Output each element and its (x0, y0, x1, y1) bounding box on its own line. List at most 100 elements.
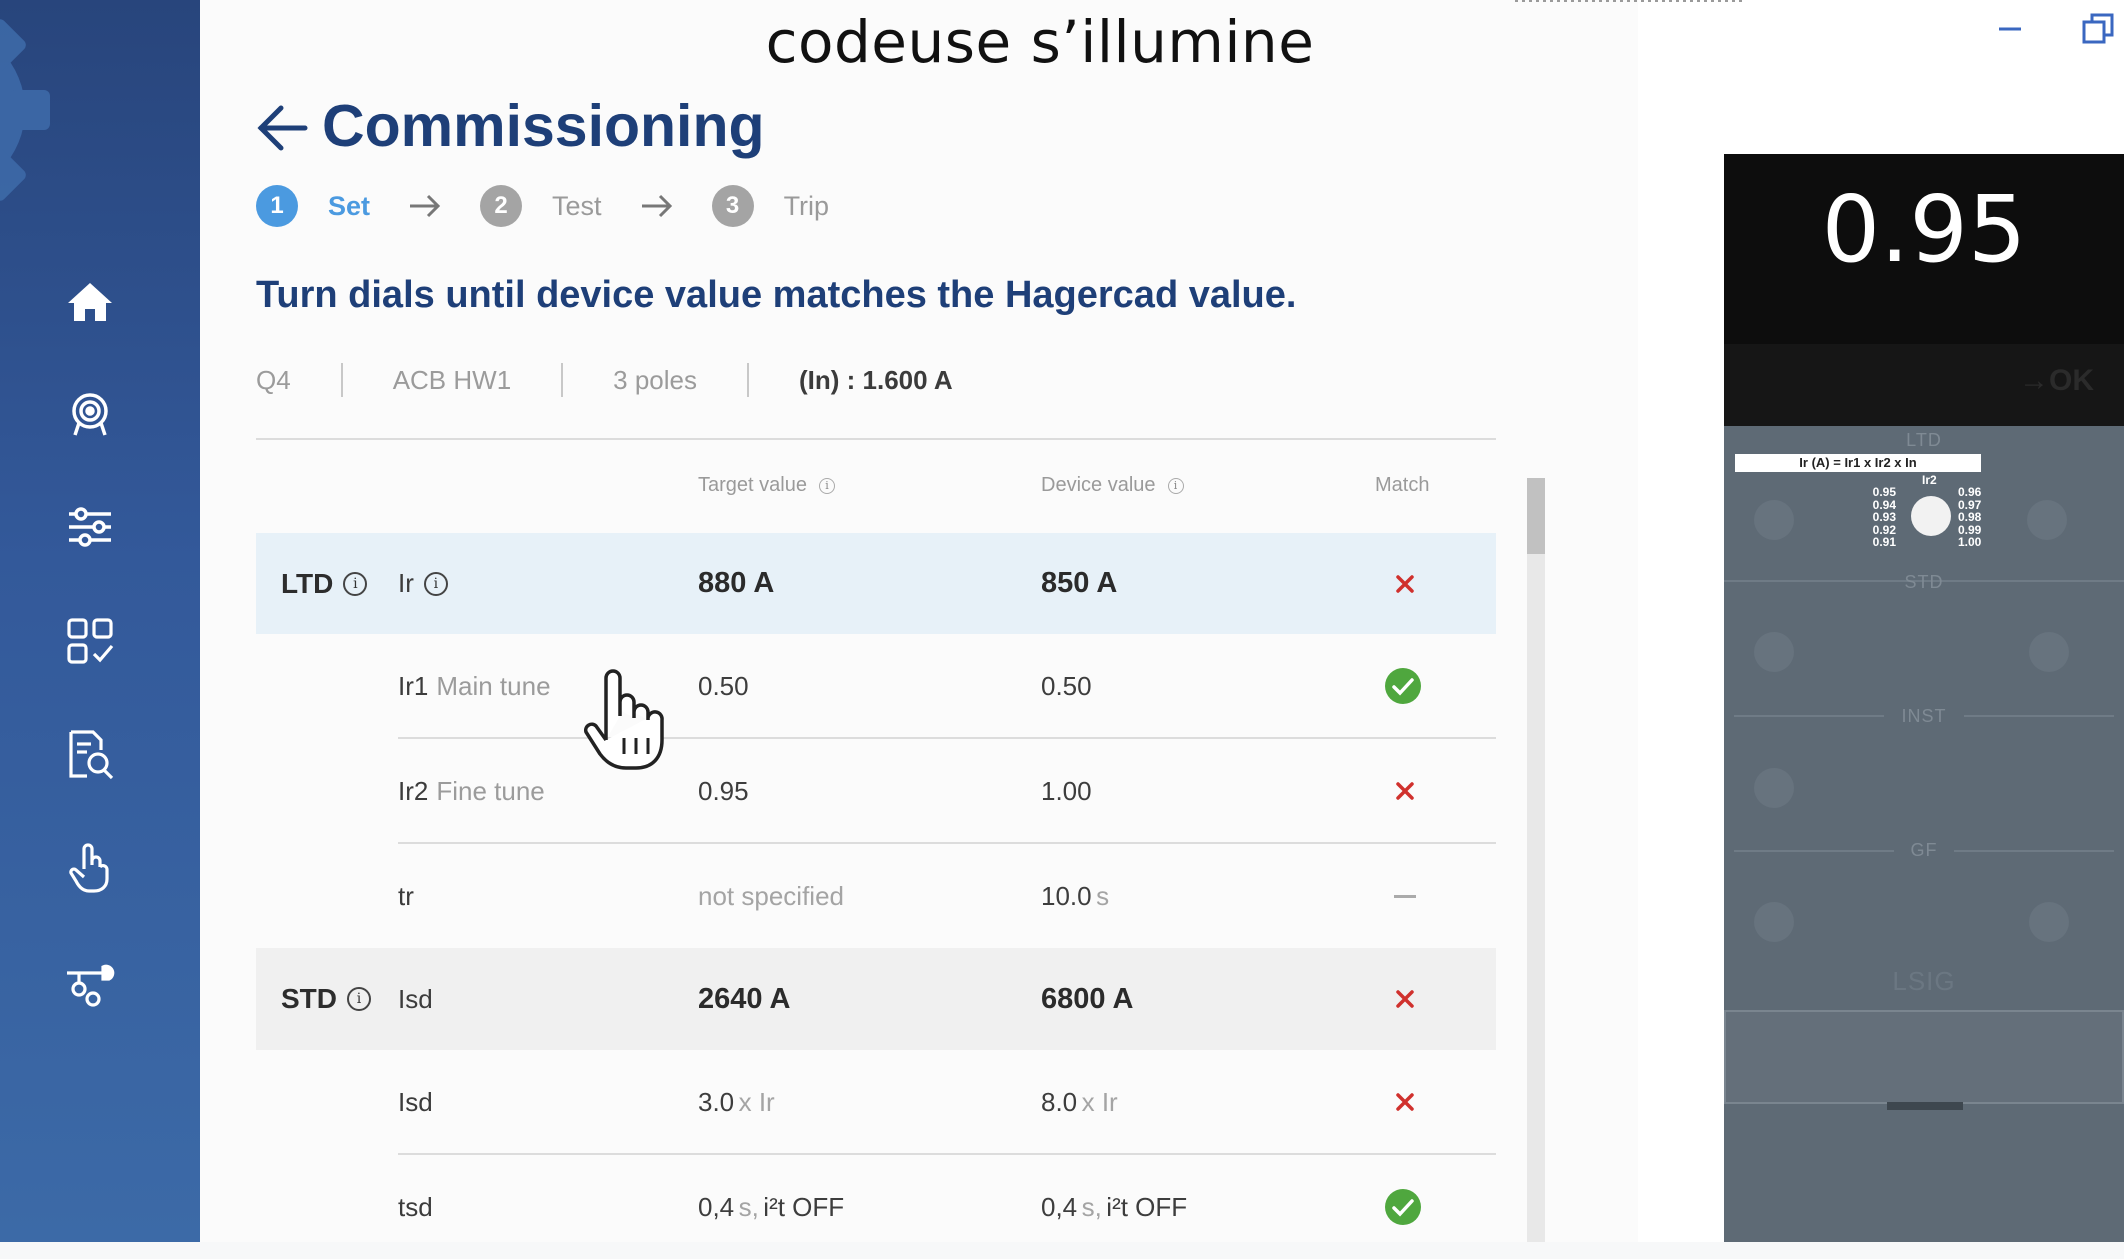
touch-icon (69, 843, 109, 893)
param-name: Isd (398, 983, 433, 1014)
device-header-label: Device value (1041, 474, 1156, 496)
step-3-label[interactable]: Trip (784, 191, 830, 222)
back-arrow-icon[interactable] (255, 101, 309, 155)
ir2-dial[interactable]: Ir2 0.95 0.94 0.93 0.92 0.91 0.96 0.97 0… (1864, 474, 1984, 574)
dial-scale-left: 0.95 0.94 0.93 0.92 0.91 (1866, 486, 1896, 549)
table-row-std[interactable]: STD i Isd 2640 A 6800 A (256, 948, 1496, 1050)
divider (561, 363, 564, 397)
section-label: STD (1904, 572, 1944, 592)
formula-label: Ir (A) = Ir1 x Ir2 x In (1735, 454, 1981, 472)
dial-knob[interactable] (2027, 500, 2067, 540)
nav-settings[interactable] (56, 493, 124, 561)
table-row[interactable]: Isd 3.0 x Ir 8.0 x Ir (256, 1050, 1496, 1154)
device-poles: 3 poles (613, 364, 697, 395)
step-2-label[interactable]: Test (552, 191, 602, 222)
step-2-number[interactable]: 2 (480, 185, 523, 227)
dial-knob[interactable] (1754, 632, 1794, 672)
dial-value: 0.93 (1872, 510, 1896, 524)
table-row[interactable]: tr not specified 10.0 s (256, 844, 1496, 948)
info-icon[interactable]: i (1167, 477, 1184, 494)
nav-home[interactable] (56, 268, 124, 336)
dial-scale-right: 0.96 0.97 0.98 0.99 1.00 (1958, 486, 1981, 549)
dial-knob[interactable] (1754, 768, 1794, 808)
table-row[interactable]: Ir1 Main tune 0.50 0.50 (256, 634, 1496, 738)
mismatch-icon (1396, 1093, 1414, 1111)
nav-manual[interactable] (56, 834, 124, 902)
info-icon[interactable]: i (343, 571, 368, 596)
scrollbar-track[interactable] (1527, 478, 1545, 1242)
device-unit: x Ir (1081, 1086, 1118, 1117)
dial-label: Ir2 (1922, 473, 1937, 487)
target-unit: s, (738, 1191, 759, 1222)
device-reading: 0.95 (1821, 176, 2027, 283)
target-extra: i²t OFF (763, 1191, 845, 1222)
dial-knob-active[interactable] (1911, 496, 1951, 536)
mismatch-icon (1396, 574, 1414, 593)
target-icon (72, 393, 108, 436)
target-header-label: Target value (698, 474, 807, 496)
dotted-border (1515, 0, 1745, 2)
mismatch-icon (1396, 782, 1414, 800)
nav-tools[interactable] (56, 948, 124, 1016)
arrow-right-icon (410, 194, 441, 218)
page-title: Commissioning (322, 93, 765, 159)
param-name: Isd (398, 1086, 433, 1117)
device-info-bar: Q4 ACB HW1 3 poles (In) : 1.600 A (256, 362, 953, 398)
device-screen: 0.95 →OK (1724, 154, 2124, 426)
param-description: Fine tune (436, 775, 545, 806)
scrollbar-thumb[interactable] (1527, 478, 1545, 554)
target-value: 2640 A (698, 982, 791, 1015)
dial-knob[interactable] (2029, 902, 2069, 942)
divider (256, 438, 1496, 440)
dial-knob[interactable] (2029, 632, 2069, 672)
step-1-number[interactable]: 1 (256, 185, 298, 227)
match-check-icon (1385, 1189, 1421, 1225)
mismatch-icon (1396, 990, 1414, 1008)
divider (340, 363, 343, 397)
sidebar (0, 0, 200, 1242)
device-preview: 0.95 →OK LTD Ir (A) = Ir1 x Ir2 x In Ir2… (1724, 154, 2124, 1242)
table-row[interactable]: Ir2 Fine tune 0.95 1.00 (256, 739, 1496, 843)
section-label: INST (1901, 706, 1947, 726)
stepper: 1 Set 2 Test 3 Trip (256, 184, 829, 228)
device-unit: s, (1081, 1191, 1102, 1222)
dial-value: 0.96 (1958, 485, 1982, 499)
nav-target[interactable] (56, 380, 124, 448)
target-unit: x Ir (738, 1086, 775, 1117)
section-label: LTD (1906, 430, 1942, 450)
step-1-label[interactable]: Set (328, 191, 370, 222)
device-extra: i²t OFF (1106, 1191, 1188, 1222)
step-3-number[interactable]: 3 (711, 185, 754, 227)
table-row[interactable]: tsd 0,4 s, i²t OFF 0,4 s, i²t OFF (256, 1155, 1496, 1259)
device-rating: (In) : 1.600 A (799, 364, 953, 395)
param-name: tr (398, 880, 414, 911)
param-name: Ir2 (398, 775, 429, 806)
device-value: 0,4 (1041, 1191, 1078, 1222)
grid-check-icon (67, 618, 114, 664)
table-row-ltd[interactable]: LTD i Ir i 880 A 850 A (256, 533, 1496, 634)
param-name: Ir (398, 568, 414, 598)
instruction-text: Turn dials until device value matches th… (256, 274, 1297, 316)
not-applicable-icon (1394, 894, 1416, 898)
target-value: 0,4 (698, 1191, 735, 1222)
info-icon[interactable]: i (423, 571, 448, 596)
gear-logo-icon (0, 19, 50, 201)
nav-checklist[interactable] (56, 607, 124, 675)
target-value: 0.95 (698, 775, 749, 806)
home-icon (68, 283, 112, 321)
param-name: tsd (398, 1191, 433, 1222)
nav-report[interactable] (56, 721, 124, 789)
info-icon[interactable]: i (818, 477, 835, 494)
section-label: GF (1910, 840, 1938, 860)
dial-knob[interactable] (1754, 902, 1794, 942)
target-value: 0.50 (698, 670, 749, 701)
arrow-right-icon (641, 194, 672, 218)
target-value: not specified (698, 880, 844, 911)
dial-value: 0.95 (1872, 485, 1896, 499)
device-value: 6800 A (1041, 982, 1134, 1015)
info-icon[interactable]: i (347, 987, 371, 1011)
restore-window-icon[interactable] (2080, 10, 2118, 48)
param-name: Ir1 (398, 670, 429, 701)
minimize-icon[interactable] (1995, 14, 2025, 44)
dial-knob[interactable] (1754, 500, 1794, 540)
